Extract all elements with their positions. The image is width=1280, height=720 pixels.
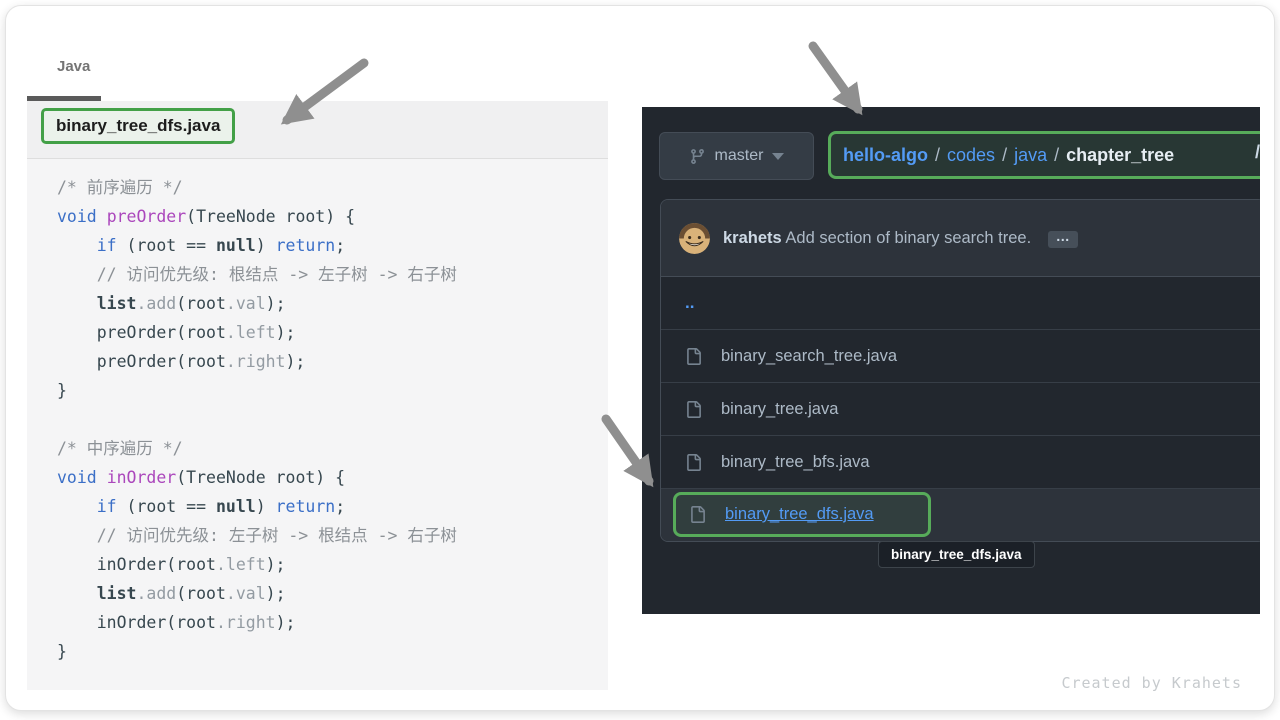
- file-icon: [685, 348, 702, 365]
- file-link[interactable]: binary_tree_bfs.java: [721, 453, 870, 472]
- breadcrumb-separator: /: [1002, 145, 1007, 165]
- parent-directory-link[interactable]: ..: [685, 293, 694, 313]
- avatar[interactable]: [679, 223, 710, 254]
- file-icon: [685, 401, 702, 418]
- filename-highlight-box: binary_tree_dfs.java: [41, 108, 235, 144]
- file-row[interactable]: binary_tree_bfs.java: [661, 435, 1260, 488]
- file-highlight-box: binary_tree_dfs.java: [673, 492, 931, 537]
- file-link[interactable]: binary_search_tree.java: [721, 347, 897, 366]
- breadcrumb-segment-java[interactable]: java: [1014, 145, 1047, 165]
- branch-selector-button[interactable]: master: [659, 132, 814, 180]
- credit-text: Created by Krahets: [1061, 674, 1242, 692]
- code-line: [57, 405, 457, 434]
- code-panel: binary_tree_dfs.java /* 前序遍历 */void preO…: [27, 101, 608, 690]
- breadcrumb-trailing-slash: /: [1255, 142, 1260, 163]
- github-panel: master hello-algo / codes / java / chapter_tre…: [642, 107, 1260, 614]
- code-filename-header: binary_tree_dfs.java: [27, 101, 608, 159]
- code-line: /* 中序遍历 */: [57, 434, 457, 463]
- code-line: inOrder(root.left);: [57, 550, 457, 579]
- code-line: preOrder(root.right);: [57, 347, 457, 376]
- code-line: void inOrder(TreeNode root) {: [57, 463, 457, 492]
- main-card: Java binary_tree_dfs.java /* 前序遍历 */void…: [5, 5, 1275, 711]
- code-line: /* 前序遍历 */: [57, 173, 457, 202]
- file-icon: [689, 506, 706, 523]
- breadcrumb-segment-codes[interactable]: codes: [947, 145, 995, 165]
- file-row[interactable]: binary_search_tree.java: [661, 329, 1260, 382]
- code-block: /* 前序遍历 */void preOrder(TreeNode root) {…: [57, 173, 457, 666]
- commit-summary: krahets Add section of binary search tre…: [723, 229, 1078, 248]
- breadcrumb-segment-chapter_tree: chapter_tree: [1066, 145, 1174, 165]
- commit-author-link[interactable]: krahets: [723, 229, 782, 247]
- code-line: }: [57, 637, 457, 666]
- code-line: }: [57, 376, 457, 405]
- chevron-down-icon: [772, 153, 784, 160]
- file-link[interactable]: binary_tree_dfs.java: [725, 505, 874, 524]
- code-line: list.add(root.val);: [57, 289, 457, 318]
- breadcrumb-separator: /: [935, 145, 940, 165]
- commit-more-button[interactable]: …: [1048, 231, 1078, 248]
- code-line: void preOrder(TreeNode root) {: [57, 202, 457, 231]
- parent-directory-row[interactable]: ..: [661, 277, 1260, 329]
- code-line: // 访问优先级: 根结点 -> 左子树 -> 右子树: [57, 260, 457, 289]
- file-list: .. binary_search_tree.java binary_tree.ja…: [661, 277, 1260, 541]
- file-icon: [685, 454, 702, 471]
- file-row[interactable]: binary_tree.java: [661, 382, 1260, 435]
- file-row[interactable]: binary_tree_dfs.java: [661, 488, 1260, 541]
- code-line: // 访问优先级: 左子树 -> 根结点 -> 右子树: [57, 521, 457, 550]
- code-line: inOrder(root.right);: [57, 608, 457, 637]
- breadcrumb-separator: /: [1054, 145, 1059, 165]
- file-browser-box: krahets Add section of binary search tre…: [660, 199, 1260, 542]
- breadcrumb: hello-algo / codes / java / chapter_tree: [843, 145, 1174, 166]
- file-link[interactable]: binary_tree.java: [721, 400, 838, 419]
- tab-java[interactable]: Java: [57, 58, 90, 75]
- code-line: if (root == null) return;: [57, 231, 457, 260]
- code-line: if (root == null) return;: [57, 492, 457, 521]
- arrow-to-breadcrumb: [813, 46, 858, 109]
- filename-tooltip: binary_tree_dfs.java: [878, 541, 1035, 568]
- latest-commit-bar: krahets Add section of binary search tre…: [661, 200, 1260, 277]
- breadcrumb-highlight-box: hello-algo / codes / java / chapter_tree: [828, 131, 1260, 179]
- git-branch-icon: [689, 148, 706, 165]
- code-line: list.add(root.val);: [57, 579, 457, 608]
- commit-message[interactable]: Add section of binary search tree.: [785, 229, 1031, 247]
- breadcrumb-segment-hello-algo[interactable]: hello-algo: [843, 145, 928, 165]
- code-line: preOrder(root.left);: [57, 318, 457, 347]
- branch-name: master: [715, 147, 764, 165]
